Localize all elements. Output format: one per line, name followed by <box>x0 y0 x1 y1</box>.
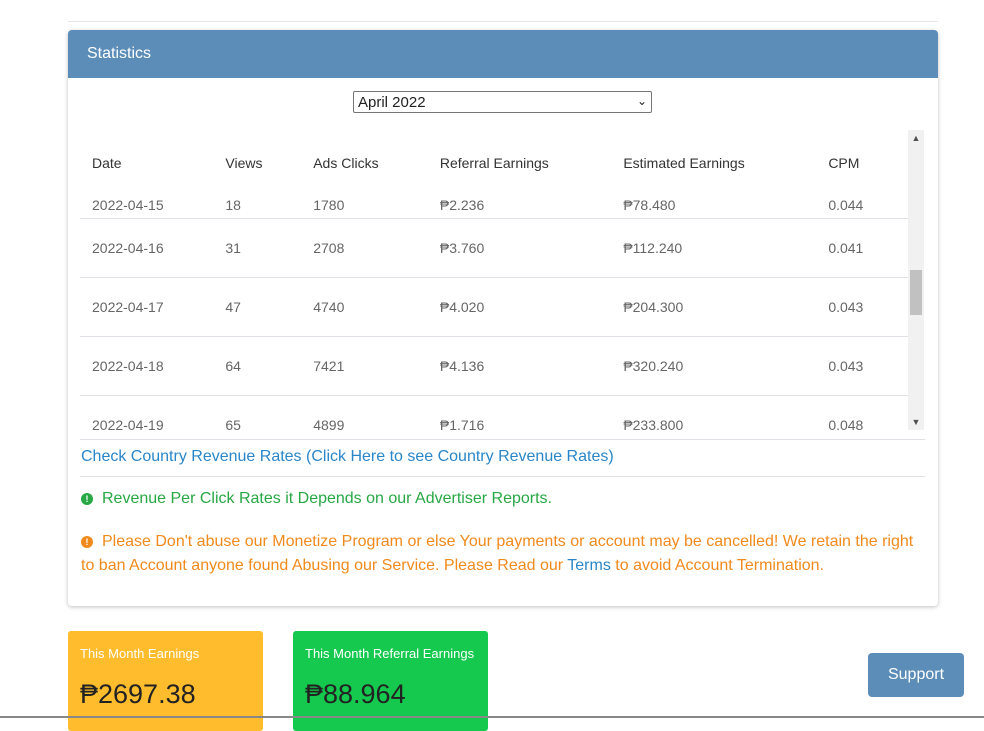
cell-cpm: 0.044 <box>828 197 864 213</box>
scroll-up-arrow-icon[interactable]: ▲ <box>908 130 924 146</box>
cell-referral-earnings: ₱1.716 <box>427 395 612 430</box>
cell-views: 65 <box>213 395 302 430</box>
top-divider <box>68 21 938 22</box>
cell-ads-clicks: 7421 <box>301 336 428 396</box>
cell-date: 2022-04-17 <box>80 277 214 337</box>
revenue-info-text: Revenue Per Click Rates it Depends on ou… <box>102 490 552 507</box>
panel-header: Statistics <box>68 30 938 78</box>
chevron-down-icon: ⌄ <box>636 94 647 108</box>
cell-cpm: 0.041 <box>816 218 908 278</box>
cell-date: 2022-04-19 <box>80 395 214 430</box>
table-row: 2022-04-17 47 4740 ₱4.020 ₱204.300 0.043 <box>80 277 908 337</box>
terms-link[interactable]: Terms <box>567 557 611 574</box>
month-earnings-value: ₱2697.38 <box>80 679 196 709</box>
cell-cpm: 0.043 <box>816 277 908 337</box>
panel-title: Statistics <box>87 45 152 62</box>
cell-ads-clicks: 1780 <box>313 197 345 213</box>
header-date: Date <box>92 155 122 171</box>
abuse-warning-text-end: to avoid Account Termination. <box>610 557 824 574</box>
month-earnings-title: This Month Earnings <box>80 646 200 661</box>
cell-views: 18 <box>225 197 241 213</box>
cell-ads-clicks: 2708 <box>301 218 428 278</box>
cell-referral-earnings: ₱2.236 <box>439 197 485 213</box>
support-button[interactable]: Support <box>868 653 964 697</box>
table-row: 2022-04-19 65 4899 ₱1.716 ₱233.800 0.048 <box>80 395 908 430</box>
scrollbar-thumb[interactable] <box>910 270 922 315</box>
cell-estimated-earnings: ₱204.300 <box>611 277 817 337</box>
header-cpm: CPM <box>828 155 860 171</box>
cell-cpm: 0.043 <box>816 336 908 396</box>
header-estimated-earnings: Estimated Earnings <box>623 155 745 171</box>
header-views: Views <box>225 155 263 171</box>
stats-table-container[interactable]: Date Views Ads Clicks Referral Earnings … <box>80 130 925 430</box>
month-select[interactable]: April 2022 ⌄ <box>353 91 652 113</box>
cell-views: 64 <box>213 336 302 396</box>
cell-ads-clicks: 4740 <box>301 277 428 337</box>
referral-earnings-title: This Month Referral Earnings <box>305 646 475 661</box>
cell-date: 2022-04-18 <box>80 336 214 396</box>
scroll-down-arrow-icon[interactable]: ▼ <box>908 414 924 430</box>
statistics-panel: Statistics April 2022 ⌄ Date Views Ads C… <box>68 30 938 606</box>
country-revenue-rates-link[interactable]: Check Country Revenue Rates (Click Here … <box>81 448 614 466</box>
month-select-value: April 2022 <box>358 93 426 111</box>
table-row: 2022-04-18 64 7421 ₱4.136 ₱320.240 0.043 <box>80 336 908 396</box>
cell-date: 2022-04-16 <box>80 218 214 278</box>
revenue-info-notice: ! Revenue Per Click Rates it Depends on o… <box>81 487 552 511</box>
header-referral-earnings: Referral Earnings <box>439 155 549 171</box>
cell-estimated-earnings: ₱320.240 <box>611 336 817 396</box>
link-divider <box>80 476 925 477</box>
cell-estimated-earnings: ₱78.480 <box>623 197 676 213</box>
cell-referral-earnings: ₱3.760 <box>427 218 612 278</box>
cell-views: 31 <box>213 218 302 278</box>
stats-table: Date Views Ads Clicks Referral Earnings … <box>80 130 908 430</box>
cell-cpm: 0.048 <box>816 395 908 430</box>
table-row: 2022-04-15 18 1780 ₱2.236 ₱78.480 0.044 <box>80 193 908 219</box>
header-ads-clicks: Ads Clicks <box>313 155 379 171</box>
table-header-row: Date Views Ads Clicks Referral Earnings … <box>80 130 908 193</box>
table-bottom-divider <box>80 439 925 440</box>
table-scrollbar[interactable]: ▲ ▼ <box>908 130 924 430</box>
warning-circle-icon: ! <box>81 536 93 548</box>
cell-views: 47 <box>213 277 302 337</box>
cell-referral-earnings: ₱4.020 <box>427 277 612 337</box>
cell-ads-clicks: 4899 <box>301 395 428 430</box>
cell-date: 2022-04-15 <box>92 197 164 213</box>
cell-referral-earnings: ₱4.136 <box>427 336 612 396</box>
cell-estimated-earnings: ₱112.240 <box>611 218 817 278</box>
cell-estimated-earnings: ₱233.800 <box>611 395 817 430</box>
table-row: 2022-04-16 31 2708 ₱3.760 ₱112.240 0.041 <box>80 218 908 278</box>
referral-earnings-value: ₱88.964 <box>305 679 406 709</box>
info-circle-icon: ! <box>81 493 93 505</box>
abuse-warning-notice: ! Please Don't abuse our Monetize Program… <box>81 530 921 578</box>
